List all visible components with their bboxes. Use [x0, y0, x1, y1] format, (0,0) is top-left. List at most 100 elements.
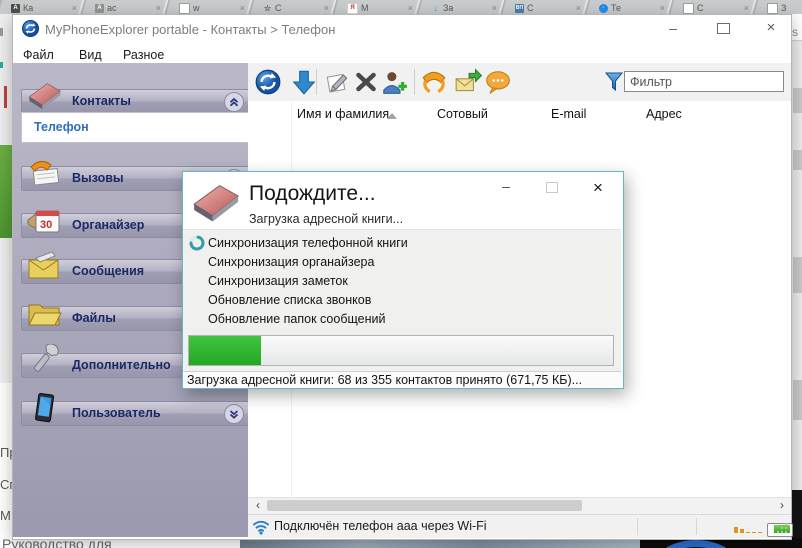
background-text-fragment: s	[792, 25, 798, 39]
background-text-fragment: Пр	[0, 445, 12, 460]
menu-file[interactable]: Файл	[19, 46, 58, 64]
progress-fill	[189, 336, 261, 365]
tab-close-icon[interactable]: ×	[408, 4, 413, 13]
connection-status-text: Подключён телефон ааа через Wi-Fi	[274, 519, 487, 533]
browser-tab[interactable]: AКа ×	[0, 0, 84, 14]
letter-a-icon: A	[11, 4, 20, 13]
title-bar[interactable]: MyPhoneExplorer portable - Контакты > Те…	[13, 15, 789, 43]
column-header-email[interactable]: E-mail	[551, 107, 586, 121]
scrollbar-thumb[interactable]	[267, 500, 582, 511]
scroll-right-icon[interactable]: ›	[774, 498, 790, 513]
download-button[interactable]	[290, 68, 318, 96]
add-contact-button[interactable]	[380, 68, 408, 96]
chat-button[interactable]	[484, 68, 512, 96]
tab-label: Ка	[23, 3, 33, 13]
menu-misc[interactable]: Разное	[119, 46, 168, 64]
tab-close-icon[interactable]: ×	[156, 4, 161, 13]
column-header-address[interactable]: Адрес	[646, 107, 682, 121]
column-header-mobile[interactable]: Сотовый	[437, 107, 488, 121]
toolbar	[248, 63, 791, 102]
background-fragment	[0, 62, 3, 68]
address-book-icon	[189, 181, 241, 230]
envelope-icon	[26, 250, 62, 282]
scroll-left-icon[interactable]: ‹	[250, 498, 266, 513]
tab-label: З	[781, 3, 786, 13]
tab-label: За	[443, 3, 453, 13]
edit-contact-button[interactable]	[324, 68, 352, 96]
sidebar-group-user[interactable]: Пользователь	[21, 401, 249, 426]
browser-tab[interactable]: ВПС ×	[504, 0, 588, 14]
task-phonebook-sync: Синхронизация телефонной книги	[208, 236, 408, 250]
sidebar-group-label: Дополнительно	[72, 358, 171, 372]
smartphone-icon	[26, 392, 62, 424]
tab-label: С	[527, 3, 534, 13]
horizontal-scrollbar[interactable]: ‹ ›	[248, 497, 791, 514]
tab-close-icon[interactable]: ×	[744, 4, 749, 13]
page-icon	[179, 3, 190, 14]
statusbar-separator	[637, 518, 638, 535]
task-calls-update: Обновление списка звонков	[208, 293, 371, 307]
sidebar-item-phone[interactable]: Телефон	[34, 120, 89, 134]
chevron-double-down-icon[interactable]	[224, 404, 244, 424]
dialog-title: Подождите...	[249, 182, 376, 206]
sync-button[interactable]	[254, 68, 282, 96]
browser-tab[interactable]: Aас×	[84, 0, 168, 14]
toolbar-separator	[316, 69, 317, 95]
dialog-status-strip: Загрузка адресной книги: 68 из 355 конта…	[183, 371, 621, 388]
tab-label: С	[697, 3, 704, 13]
task-organizer-sync: Синхронизация органайзера	[208, 255, 374, 269]
folder-icon	[26, 297, 62, 329]
tab-close-icon[interactable]: ×	[240, 4, 245, 13]
minimize-button[interactable]: –	[658, 18, 688, 38]
tab-close-icon[interactable]: ×	[492, 4, 497, 13]
dialog-close-button[interactable]: ×	[585, 178, 611, 198]
download-arrow-icon: ↓	[431, 4, 440, 13]
browser-tab[interactable]: ◦Те×	[588, 0, 672, 14]
background-fragment	[0, 28, 3, 36]
calendar-icon: 30	[26, 204, 62, 236]
call-list-icon	[26, 157, 62, 189]
filter-input[interactable]	[624, 71, 784, 92]
vk-icon: ВП	[515, 4, 524, 13]
browser-tab[interactable]: С×	[672, 0, 756, 14]
dialog-subtitle: Загрузка адресной книги...	[249, 212, 403, 226]
chevron-double-up-icon[interactable]	[224, 92, 244, 112]
tab-close-icon[interactable]: ×	[576, 4, 581, 13]
browser-tab[interactable]: ☆С×	[252, 0, 336, 14]
send-message-button[interactable]	[454, 68, 482, 96]
address-book-icon	[26, 80, 62, 112]
maximize-button[interactable]	[708, 18, 738, 38]
window-title: MyPhoneExplorer portable - Контакты > Те…	[45, 22, 335, 37]
dialog-body: Синхронизация телефонной книги Синхрониз…	[183, 229, 621, 372]
menu-view[interactable]: Вид	[75, 46, 106, 64]
letter-a-icon: A	[95, 4, 104, 13]
browser-tab[interactable]: ↓За ×	[420, 0, 504, 14]
tab-label: С	[275, 3, 282, 13]
page-icon	[683, 3, 694, 14]
column-header-name[interactable]: Имя и фамилия	[297, 107, 389, 121]
sidebar-group-label: Вызовы	[72, 171, 124, 185]
call-button[interactable]	[420, 68, 448, 96]
status-bar: Подключён телефон ааа через Wi-Fi	[248, 514, 791, 538]
sidebar-group-label: Пользователь	[72, 406, 161, 420]
background-text-fragment: М	[0, 508, 12, 523]
browser-tab[interactable]: З×	[756, 0, 802, 14]
dialog-maximize-button[interactable]	[539, 178, 565, 198]
sort-ascending-icon[interactable]	[387, 113, 397, 119]
dialog-minimize-button[interactable]: –	[493, 178, 519, 198]
spinner-icon	[189, 235, 205, 256]
task-notes-sync: Синхронизация заметок	[208, 274, 348, 288]
table-header: Имя и фамилия Сотовый E-mail Адрес	[248, 101, 791, 128]
toolbar-separator	[414, 69, 415, 95]
browser-tab[interactable]: w×	[168, 0, 252, 14]
dialog-status-text: Загрузка адресной книги: 68 из 355 конта…	[187, 373, 582, 387]
tab-close-icon[interactable]: ×	[660, 4, 665, 13]
browser-tab[interactable]: ЯМ×	[336, 0, 420, 14]
tab-close-icon[interactable]: ×	[324, 4, 329, 13]
sidebar-group-contacts[interactable]: Контакты	[21, 89, 249, 114]
delete-button[interactable]	[352, 68, 380, 96]
tab-close-icon[interactable]: ×	[72, 4, 77, 13]
close-button[interactable]: ×	[756, 18, 786, 38]
tab-label: w	[193, 3, 200, 13]
sidebar-subpanel-contacts: Телефон	[21, 112, 249, 143]
